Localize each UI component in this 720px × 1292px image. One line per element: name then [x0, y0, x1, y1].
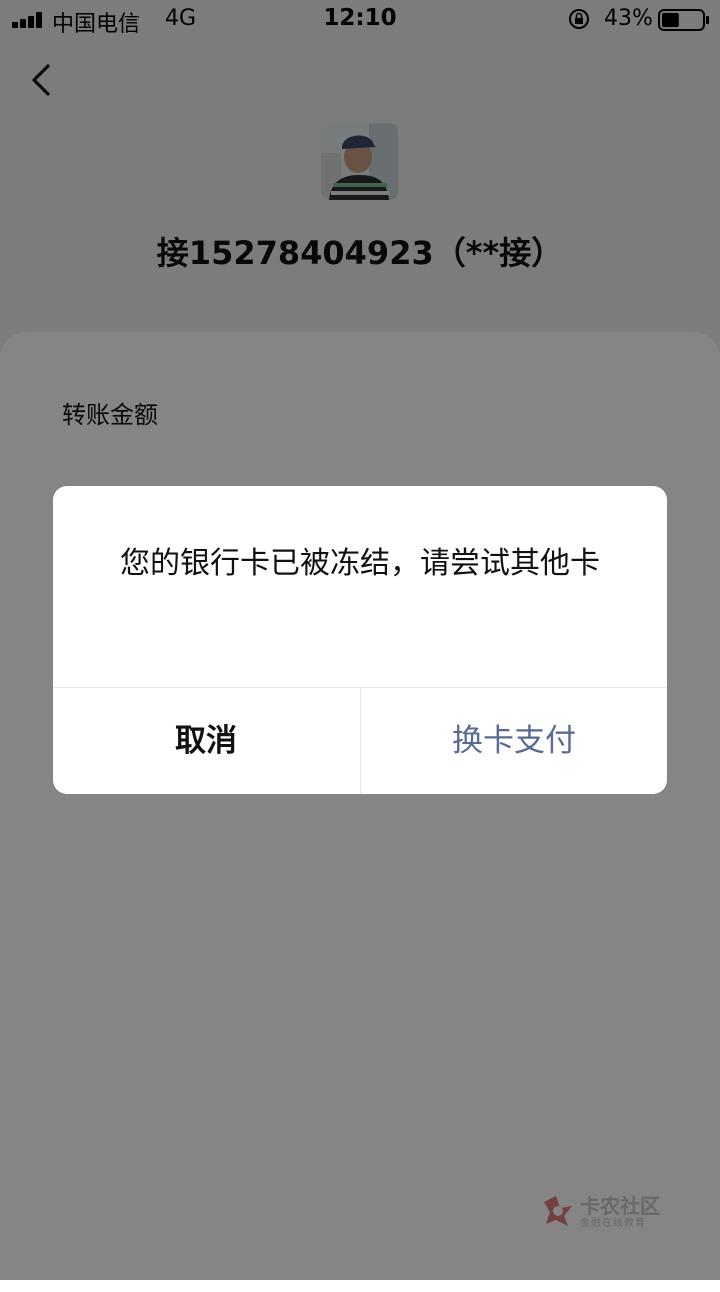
transfer-screen: 中国电信 4G 12:10 43% 接15278404923（**接） 转账金额…	[0, 0, 720, 1292]
cancel-button[interactable]: 取消	[53, 688, 359, 794]
alert-dialog: 您的银行卡已被冻结，请尝试其他卡 取消 换卡支付	[53, 486, 667, 794]
dialog-message: 您的银行卡已被冻结，请尝试其他卡	[120, 546, 600, 581]
change-card-button[interactable]: 换卡支付	[361, 688, 667, 794]
